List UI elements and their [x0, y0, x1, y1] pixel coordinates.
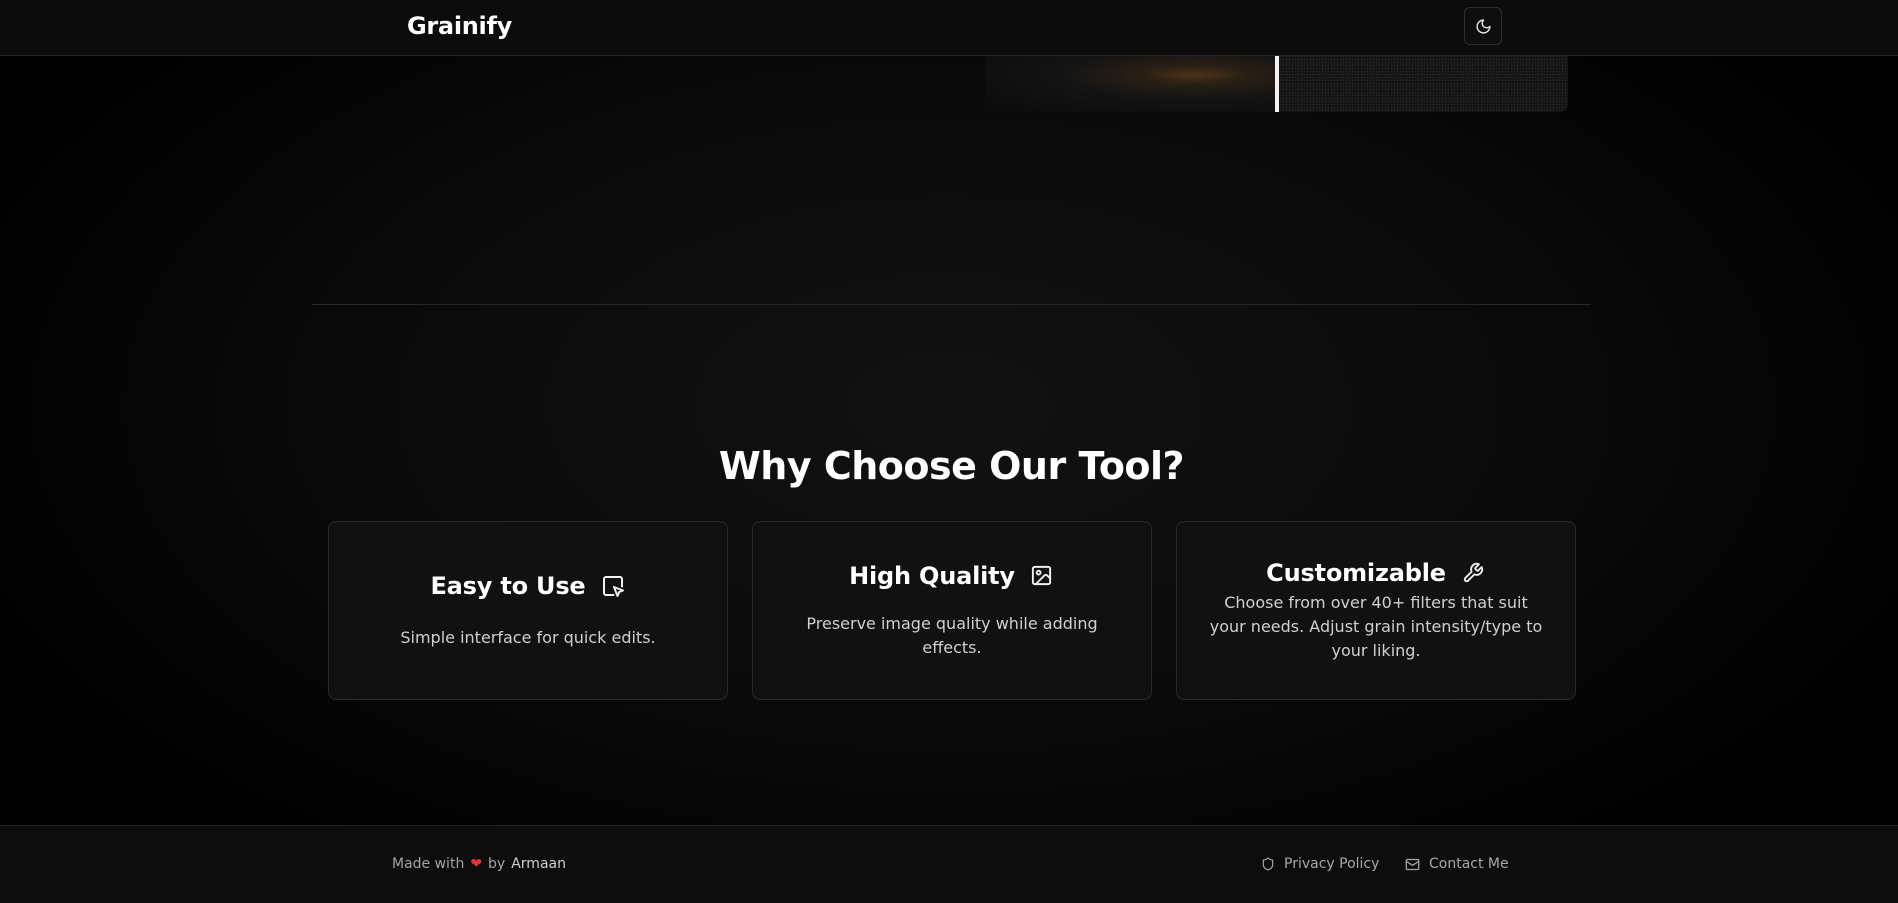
- page: Grainify Why Choose Our Tool? Easy to Us…: [0, 0, 1898, 903]
- feature-card-description: Choose from over 40+ filters that suit y…: [1209, 592, 1543, 660]
- image-icon: [1029, 563, 1055, 589]
- features-heading: Why Choose Our Tool?: [718, 444, 1185, 488]
- original-image-preview: [985, 55, 1276, 112]
- feature-card-easy-to-use: Easy to Use Simple interface for quick e…: [328, 521, 728, 700]
- feature-card-high-quality: High Quality Preserve image quality whil…: [752, 521, 1152, 700]
- privacy-policy-label: Privacy Policy: [1284, 856, 1380, 872]
- grain-image-preview: [1279, 55, 1568, 112]
- by-text: by: [488, 856, 506, 872]
- privacy-policy-link[interactable]: Privacy Policy: [1261, 856, 1379, 872]
- mail-icon: [1405, 857, 1420, 872]
- author-link[interactable]: Armaan: [511, 856, 566, 872]
- brand-logo[interactable]: Grainify: [407, 12, 512, 40]
- feature-card-title: Easy to Use: [430, 571, 586, 600]
- feature-card-description: Preserve image quality while adding effe…: [806, 613, 1098, 657]
- pointer-cursor-icon: [600, 573, 626, 599]
- section-divider: [312, 304, 1591, 305]
- wrench-icon: [1460, 560, 1486, 586]
- feature-card-title: Customizable: [1266, 558, 1446, 587]
- feature-card-customizable: Customizable Choose from over 40+ filter…: [1176, 521, 1576, 700]
- contact-me-link[interactable]: Contact Me: [1405, 856, 1509, 872]
- made-with-text: Made with: [392, 856, 465, 872]
- heart-icon: ❤: [470, 856, 483, 872]
- moon-icon: [1475, 18, 1492, 35]
- contact-me-label: Contact Me: [1429, 856, 1509, 872]
- feature-card-description: Simple interface for quick edits.: [400, 627, 656, 647]
- top-navbar: Grainify: [0, 0, 1898, 56]
- site-footer: Made with ❤ by Armaan Privacy Policy Con…: [0, 825, 1898, 903]
- comparison-handle[interactable]: [1275, 55, 1279, 112]
- shield-icon: [1261, 857, 1275, 871]
- theme-toggle-button[interactable]: [1464, 7, 1502, 45]
- feature-card-title: High Quality: [849, 561, 1015, 590]
- credits: Made with ❤ by Armaan: [392, 856, 566, 872]
- image-comparison-slider[interactable]: [985, 55, 1568, 112]
